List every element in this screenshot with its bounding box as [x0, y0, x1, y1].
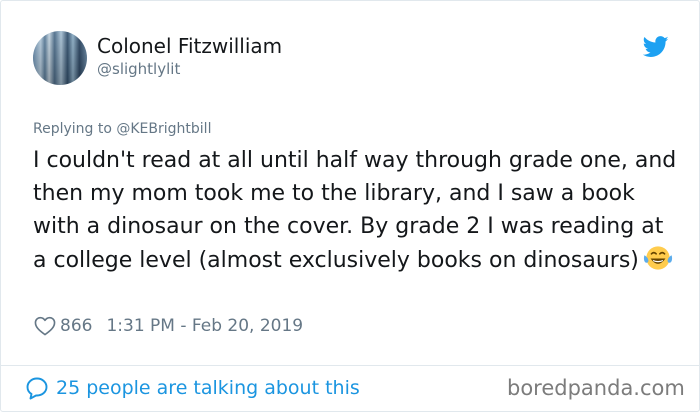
conversation-link[interactable]: 25 people are talking about this [25, 375, 360, 401]
like-count[interactable]: 866 [60, 316, 92, 336]
avatar[interactable] [33, 31, 87, 85]
reply-context[interactable]: Replying to @KEBrightbill [33, 121, 211, 137]
tweet-meta: 866 1:31 PM - Feb 20, 2019 [34, 313, 303, 339]
conversation-text[interactable]: 25 people are talking about this [56, 377, 360, 399]
tweet-text: I couldn't read at all until half way th… [33, 144, 683, 277]
tweet-card: Colonel Fitzwilliam @slightlylit Replyin… [0, 0, 700, 412]
boredpanda-watermark: boredpanda.com [507, 376, 685, 400]
twitter-bird-icon[interactable] [643, 36, 669, 58]
footer-divider [1, 365, 699, 366]
author-handle[interactable]: @slightlylit [97, 60, 180, 78]
heart-outline-icon[interactable] [34, 316, 56, 336]
tears-of-joy-emoji-icon [643, 245, 672, 270]
tweet-body: I couldn't read at all until half way th… [33, 148, 677, 273]
author-name[interactable]: Colonel Fitzwilliam [97, 34, 282, 58]
speech-bubble-icon [26, 377, 48, 400]
tweet-timestamp[interactable]: 1:31 PM - Feb 20, 2019 [106, 316, 303, 336]
